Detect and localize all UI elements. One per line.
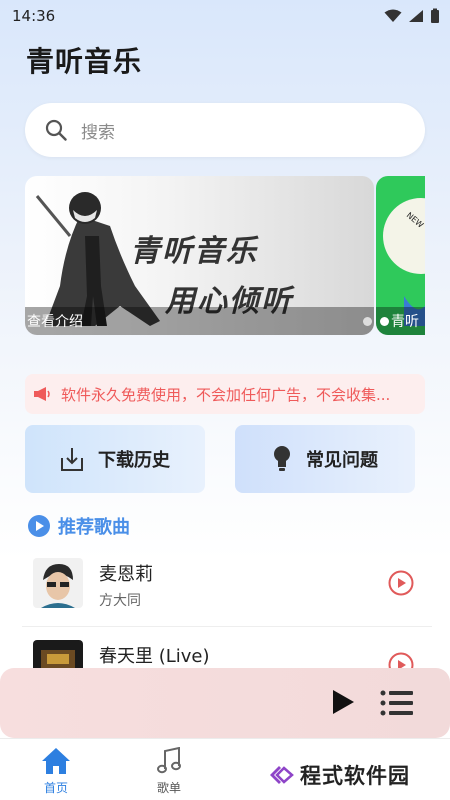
playlist-icon[interactable]	[380, 690, 414, 716]
banner-slide[interactable]: 青听音乐 用心倾听 查看介绍	[25, 176, 374, 335]
banner-next-slide[interactable]: NEW 青听	[376, 176, 425, 335]
banner-headline: 青听音乐	[130, 234, 258, 269]
banner-next-caption: 青听	[376, 307, 425, 335]
lightbulb-icon	[274, 446, 290, 471]
battery-icon	[431, 8, 439, 23]
tab-playlist[interactable]: 歌单	[139, 747, 199, 796]
tab-playlist-label: 歌单	[156, 781, 181, 795]
status-bar: 14:36	[0, 0, 450, 32]
indicator-dot	[363, 317, 372, 326]
banner-next-caption-text: 青听	[391, 314, 419, 330]
banner-indicator	[363, 317, 372, 326]
song-artist: 方大同	[99, 593, 141, 609]
music-note-icon	[157, 747, 181, 774]
signal-icon	[409, 10, 423, 22]
faq-label: 常见问题	[306, 450, 378, 471]
search-placeholder: 搜索	[81, 122, 115, 143]
banner-caption: 查看介绍	[25, 307, 374, 335]
wifi-icon	[384, 9, 402, 22]
faq-button[interactable]: 常见问题	[235, 425, 415, 493]
tab-home[interactable]: 首页	[26, 747, 86, 796]
song-title: 春天里 (Live)	[99, 646, 210, 667]
search-input[interactable]: 搜索	[25, 103, 425, 157]
status-icons	[384, 8, 440, 24]
play-icon[interactable]	[388, 570, 414, 596]
recommended-songs-header: 推荐歌曲	[28, 513, 130, 539]
mini-player[interactable]	[0, 668, 450, 738]
watermark-text: 程式软件园	[300, 764, 410, 788]
section-title: 推荐歌曲	[58, 517, 130, 538]
tab-home-label: 首页	[43, 781, 68, 795]
watermark-logo-icon	[270, 766, 294, 784]
notice-text: 软件永久免费使用，不会加任何广告，不会收集...	[61, 385, 391, 404]
watermark: 程式软件园	[268, 760, 410, 790]
song-title: 麦恩莉	[99, 564, 153, 585]
app-title: 青听音乐	[26, 45, 143, 78]
play-button[interactable]	[330, 688, 356, 716]
play-circle-icon	[28, 515, 50, 537]
divider	[22, 626, 432, 627]
banner-caption-text: 查看介绍	[27, 314, 83, 330]
search-icon	[45, 119, 67, 141]
download-history-button[interactable]: 下载历史	[25, 425, 205, 493]
notice-bar[interactable]: 软件永久免费使用，不会加任何广告，不会收集...	[25, 374, 425, 414]
download-history-label: 下载历史	[98, 450, 170, 471]
status-time: 14:36	[12, 7, 56, 25]
megaphone-icon	[34, 387, 50, 401]
home-icon	[42, 748, 70, 774]
indicator-dot-active	[380, 316, 389, 326]
album-cover	[33, 558, 83, 608]
download-icon	[61, 448, 83, 471]
